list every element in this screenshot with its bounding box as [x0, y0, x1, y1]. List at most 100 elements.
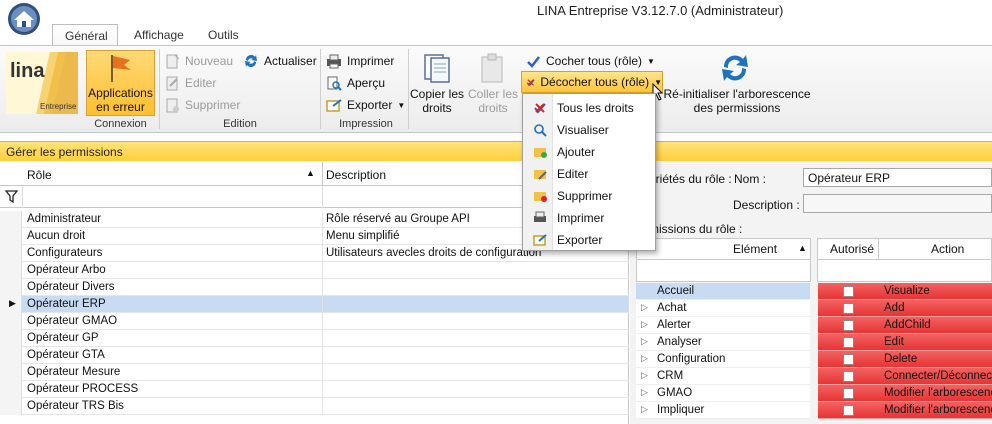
nom-label: Nom :	[734, 172, 767, 186]
row-selector[interactable]	[0, 330, 22, 347]
action-row[interactable]: Connecter/Déconnect	[818, 368, 992, 385]
table-row[interactable]: Opérateur GP	[0, 330, 629, 347]
autorise-checkbox[interactable]	[843, 303, 854, 314]
expand-icon[interactable]: ▷	[641, 404, 648, 415]
table-row[interactable]: Opérateur Arbo	[0, 262, 629, 279]
table-row[interactable]: ▶ Opérateur ERP	[0, 296, 629, 313]
nom-input[interactable]: Opérateur ERP	[803, 168, 992, 187]
tab-outils[interactable]: Outils	[196, 24, 251, 46]
row-selector[interactable]	[0, 245, 22, 262]
menu-item-label: Supprimer	[557, 189, 613, 203]
action-cell: Connecter/Déconnect	[884, 370, 992, 382]
row-selector[interactable]	[0, 228, 22, 245]
export-icon	[523, 233, 557, 247]
description-label: Description :	[733, 198, 800, 212]
action-row[interactable]: Edit	[818, 334, 992, 351]
row-selector[interactable]	[0, 313, 22, 330]
action-row[interactable]: Modifier l'arborescenc	[818, 402, 992, 419]
filter-icon[interactable]	[4, 190, 19, 206]
expand-icon[interactable]: ▷	[641, 387, 648, 398]
autorise-checkbox[interactable]	[843, 388, 854, 399]
action-row[interactable]: Add	[818, 300, 992, 317]
row-selector[interactable]	[0, 364, 22, 381]
table-row[interactable]: Opérateur GMAO	[0, 313, 629, 330]
menu-item-editer[interactable]: Editer	[523, 163, 655, 185]
row-selector[interactable]	[0, 398, 22, 415]
description-input[interactable]	[803, 194, 992, 213]
row-selector[interactable]	[0, 211, 22, 228]
row-selector[interactable]: ▶	[0, 296, 22, 313]
decocher-tous-button[interactable]: Décocher tous (rôle) ▼	[521, 71, 663, 93]
exporter-button[interactable]: Exporter ▼	[326, 95, 405, 115]
reinit-arborescence-button[interactable]: Ré-initialiser l'arborescence des permiss…	[660, 87, 814, 115]
row-selector[interactable]	[0, 262, 22, 279]
expand-icon[interactable]: ▷	[641, 319, 648, 330]
tree-item-label: Alerter	[657, 319, 691, 331]
tree-item[interactable]: ▷ Impliquer	[636, 402, 810, 419]
expand-icon[interactable]: ▷	[641, 336, 648, 347]
autorise-checkbox[interactable]	[843, 286, 854, 297]
action-cell: Edit	[884, 336, 904, 348]
row-selector[interactable]	[0, 347, 22, 364]
flag-icon	[108, 53, 134, 86]
column-header-description[interactable]: Description	[326, 168, 386, 182]
action-row[interactable]: Visualize	[818, 283, 992, 300]
tab-affichage[interactable]: Affichage	[122, 24, 196, 46]
autorise-checkbox[interactable]	[843, 337, 854, 348]
menu-item-imprimer[interactable]: Imprimer	[523, 207, 655, 229]
menu-item-exporter[interactable]: Exporter	[523, 229, 655, 251]
expand-icon[interactable]: ▷	[641, 302, 648, 313]
coller-droits-button[interactable]: Coller les droits	[466, 87, 520, 115]
app-menu-button[interactable]	[2, 1, 46, 37]
row-selector[interactable]	[0, 279, 22, 296]
sort-asc-icon: ▲	[798, 243, 807, 253]
autorise-checkbox[interactable]	[843, 405, 854, 416]
tree-item-label: Impliquer	[657, 404, 705, 416]
expand-icon[interactable]: ▷	[641, 370, 648, 381]
menu-item-ajouter[interactable]: Ajouter	[523, 141, 655, 163]
autorise-checkbox[interactable]	[843, 320, 854, 331]
table-row[interactable]: Opérateur TRS Bis	[0, 398, 629, 415]
supprimer-button[interactable]: Supprimer	[165, 95, 240, 115]
column-header-role[interactable]: Rôle	[27, 168, 52, 182]
tree-item[interactable]: ▷ Alerter	[636, 317, 810, 334]
apercu-button[interactable]: Aperçu	[326, 73, 385, 93]
action-row[interactable]: Delete	[818, 351, 992, 368]
menu-item-supprimer[interactable]: Supprimer	[523, 185, 655, 207]
cell-role: Opérateur Arbo	[27, 264, 106, 276]
action-filter-row[interactable]	[817, 260, 992, 282]
decocher-dropdown-menu: Tous les droits Visualiser Ajouter Editer Su…	[522, 93, 656, 251]
column-header-autorise[interactable]: Autorisé	[830, 242, 874, 256]
table-row[interactable]: Opérateur Divers	[0, 279, 629, 296]
autorise-checkbox[interactable]	[843, 354, 854, 365]
actualiser-button[interactable]: Actualiser	[243, 51, 317, 71]
copier-droits-button[interactable]: Copier les droits	[410, 87, 464, 115]
imprimer-button[interactable]: Imprimer	[326, 51, 394, 71]
nouveau-button[interactable]: Nouveau	[165, 51, 233, 71]
table-row[interactable]: Opérateur GTA	[0, 347, 629, 364]
delete-doc-icon	[166, 98, 179, 112]
column-header-action[interactable]: Action	[931, 242, 964, 256]
cell-role: Aucun droit	[27, 230, 86, 242]
tree-item[interactable]: ▷ GMAO	[636, 385, 810, 402]
export-icon	[326, 98, 342, 112]
tree-item[interactable]: ▷ CRM	[636, 368, 810, 385]
expand-icon[interactable]: ▷	[641, 353, 648, 364]
table-row[interactable]: Opérateur PROCESS	[0, 381, 629, 398]
action-row[interactable]: Modifier l'arborescenc	[818, 385, 992, 402]
element-column-header[interactable]	[636, 238, 811, 260]
table-row[interactable]: Opérateur Mesure	[0, 364, 629, 381]
row-selector[interactable]	[0, 381, 22, 398]
element-filter-row[interactable]	[636, 260, 811, 282]
tree-item[interactable]: ▷ Configuration	[636, 351, 810, 368]
menu-item-tous-les-droits[interactable]: Tous les droits	[523, 97, 655, 119]
cocher-tous-button[interactable]: Cocher tous (rôle) ▼	[526, 51, 655, 71]
action-row[interactable]: AddChild	[818, 317, 992, 334]
tree-item[interactable]: Accueil	[636, 283, 810, 300]
menu-item-visualiser[interactable]: Visualiser	[523, 119, 655, 141]
editer-button[interactable]: Editer	[165, 73, 216, 93]
tab-general[interactable]: Général	[52, 24, 118, 46]
tree-item[interactable]: ▷ Analyser	[636, 334, 810, 351]
tree-item[interactable]: ▷ Achat	[636, 300, 810, 317]
autorise-checkbox[interactable]	[843, 371, 854, 382]
